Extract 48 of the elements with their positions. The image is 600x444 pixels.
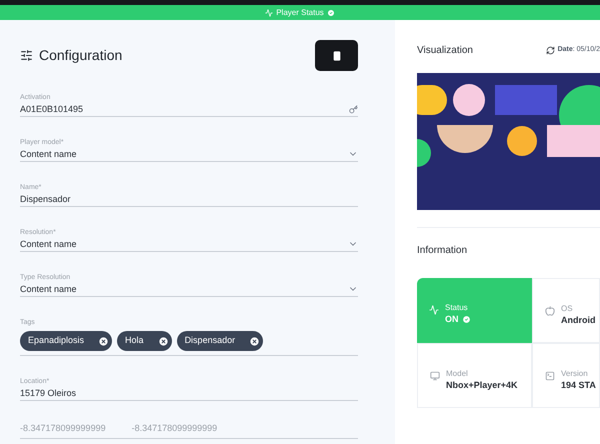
pulse-icon bbox=[429, 305, 439, 315]
sliders-icon bbox=[20, 49, 33, 62]
tag-text: Epanadiplosis bbox=[28, 334, 84, 348]
remote-button[interactable] bbox=[315, 40, 358, 71]
info-value: Nbox+Player+4K bbox=[446, 379, 518, 391]
remove-icon[interactable] bbox=[249, 336, 260, 346]
tag-chip[interactable]: Hola bbox=[117, 331, 172, 351]
field-value: Content name bbox=[20, 238, 77, 250]
select-field[interactable]: Content name bbox=[20, 148, 358, 162]
field-value: Content name bbox=[20, 283, 77, 295]
tag-text: Dispensador bbox=[184, 334, 236, 348]
info-value: 194 STA bbox=[561, 379, 596, 391]
coordinate-text: -8.347178099999999 bbox=[20, 422, 106, 435]
remove-icon[interactable] bbox=[158, 336, 169, 346]
key-icon bbox=[349, 104, 358, 114]
section-title: Information bbox=[417, 244, 468, 258]
info-label: Model bbox=[446, 369, 469, 379]
input-field[interactable]: Dispensador bbox=[20, 193, 358, 207]
info-value: ON bbox=[445, 313, 458, 325]
tag-chip[interactable]: Epanadiplosis bbox=[20, 331, 112, 351]
section-title: Visualization bbox=[417, 44, 473, 58]
select-field[interactable]: Content name bbox=[20, 238, 358, 252]
input-field[interactable]: A01E0B101495 bbox=[20, 103, 358, 117]
info-label: Status bbox=[445, 303, 469, 313]
terminal-icon bbox=[545, 371, 555, 381]
refresh-icon bbox=[546, 46, 555, 55]
apple-icon bbox=[545, 306, 555, 316]
info-label: OS bbox=[561, 304, 574, 314]
tag-chip[interactable]: Dispensador bbox=[176, 331, 264, 351]
select-field[interactable]: Content name bbox=[20, 283, 358, 297]
tag-text: Hola bbox=[125, 334, 144, 348]
remove-icon[interactable] bbox=[98, 336, 110, 346]
info-value: Android bbox=[561, 314, 596, 326]
field-value: A01E0B101495 bbox=[20, 103, 84, 115]
remote-icon bbox=[332, 50, 342, 62]
field-value: Content name bbox=[20, 148, 77, 160]
field-value: 15179 Oleiros bbox=[20, 387, 76, 399]
tags-field[interactable]: Epanadiplosis Hola Dispensador bbox=[20, 331, 358, 356]
field-value: Dispensador bbox=[20, 193, 71, 205]
input-field[interactable]: 15179 Oleiros bbox=[20, 387, 358, 401]
status-bar-label: Player Status bbox=[276, 6, 324, 18]
pulse-icon bbox=[265, 8, 274, 16]
monitor-icon bbox=[430, 371, 440, 381]
panel-title: Configuration bbox=[39, 46, 122, 65]
coordinate-text: -8.347178099999999 bbox=[132, 422, 218, 435]
info-label: Version bbox=[561, 369, 589, 379]
check-icon bbox=[326, 8, 335, 16]
check-icon bbox=[462, 314, 470, 324]
